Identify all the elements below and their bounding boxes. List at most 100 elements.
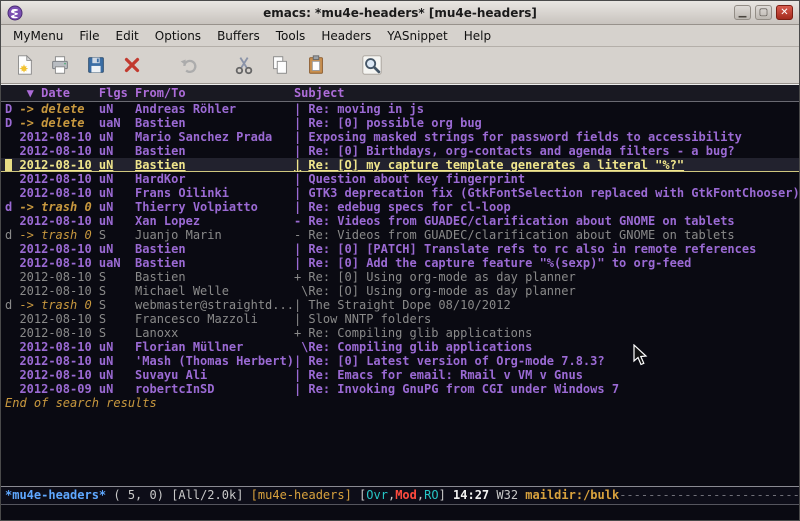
row-date: 2012-08-10 [19, 158, 98, 172]
row-flags: uaN [99, 256, 135, 270]
row-flags: uN [99, 242, 135, 256]
message-row[interactable]: 2012-08-09uNrobertcInSD|Re: Invoking Gnu… [1, 382, 799, 396]
print-button[interactable] [45, 51, 75, 79]
cut-button[interactable] [229, 51, 259, 79]
toolbar-separator [153, 65, 167, 66]
row-subject: Re: [O] my capture template generates a … [308, 158, 799, 172]
message-row[interactable]: 2012-08-10uaNBastien|Re: [0] Add the cap… [1, 256, 799, 270]
menu-item-buffers[interactable]: Buffers [209, 27, 268, 45]
row-from: Xan Lopez [135, 214, 294, 228]
copy-button[interactable] [265, 51, 295, 79]
row-subject: Re: Invoking GnuPG from CGI under Window… [308, 382, 799, 396]
message-row[interactable]: 2012-08-10uNBastien|Re: [0] Birthdays, o… [1, 144, 799, 158]
message-list-area: D-> deleteuNAndreas Röhler|Re: moving in… [1, 102, 799, 486]
emacs-window: emacs: *mu4e-headers* [mu4e-headers] ▁ ▢… [0, 0, 800, 521]
row-flags: S [99, 270, 135, 284]
row-from: Michael Welle [135, 284, 294, 298]
search-button[interactable] [357, 51, 387, 79]
row-mark [5, 172, 19, 186]
new-file-button[interactable] [9, 51, 39, 79]
message-row[interactable]: 2012-08-10uNFrans Oilinki|GTK3 deprecati… [1, 186, 799, 200]
undo-button[interactable] [173, 51, 203, 79]
row-flags: S [99, 284, 135, 298]
echo-area[interactable] [1, 505, 799, 520]
message-row[interactable]: 2012-08-10uNXan Lopez-Re: Videos from GU… [1, 214, 799, 228]
minimize-button[interactable]: ▁ [734, 5, 751, 20]
row-thread-prefix: | [294, 186, 308, 200]
row-thread-prefix: | [294, 312, 308, 326]
row-thread-prefix: \ [294, 340, 308, 354]
row-date: 2012-08-10 [19, 354, 98, 368]
message-row[interactable]: 2012-08-10SLanoxx+Re: Compiling glib app… [1, 326, 799, 340]
modeline-segment: ----------------------------------------… [619, 488, 799, 502]
menu-item-mymenu[interactable]: MyMenu [5, 27, 71, 45]
end-of-results: End of search results [1, 396, 799, 410]
save-button[interactable] [81, 51, 111, 79]
buffer-frame: ▼ Date Flgs From/To Subject D-> deleteuN… [1, 84, 799, 520]
print-icon [49, 54, 71, 76]
column-header-date[interactable]: ▼ Date [19, 85, 98, 101]
row-flags: uN [99, 172, 135, 186]
window-controls: ▁ ▢ ✕ [734, 5, 793, 20]
row-thread-prefix: | [294, 382, 308, 396]
row-flags: S [99, 298, 135, 312]
toolbar [1, 47, 799, 84]
message-row[interactable]: 2012-08-10uNSuvayu Ali|Re: Emacs for ema… [1, 368, 799, 382]
maximize-button[interactable]: ▢ [755, 5, 772, 20]
row-mark: d [5, 298, 19, 312]
menu-item-edit[interactable]: Edit [108, 27, 147, 45]
row-from: Thierry Volpiatto [135, 200, 294, 214]
row-thread-prefix: | [294, 158, 308, 172]
message-row[interactable]: 2012-08-10uN'Mash (Thomas Herbert)|Re: [… [1, 354, 799, 368]
modeline-segment: W32 [489, 488, 525, 502]
message-row[interactable]: d-> trash 0Swebmaster@straightd...|The S… [1, 298, 799, 312]
message-row[interactable]: 2012-08-10SFrancesco Mazzoli|Slow NNTP f… [1, 312, 799, 326]
column-header-flags[interactable]: Flgs [99, 85, 135, 101]
modeline-segment: ( 5, 0) [106, 488, 171, 502]
title-bar[interactable]: emacs: *mu4e-headers* [mu4e-headers] ▁ ▢… [1, 1, 799, 25]
row-mark: d [5, 200, 19, 214]
row-date: -> delete [19, 102, 98, 116]
column-header-from[interactable]: From/To [135, 85, 294, 101]
column-header-subject[interactable]: Subject [294, 85, 799, 101]
row-date: -> trash 0 [19, 228, 98, 242]
message-row[interactable]: 2012-08-10SMichael Welle \Re: [O] Using … [1, 284, 799, 298]
row-subject: Re: [0] Using org-mode as day planner [308, 270, 799, 284]
message-row[interactable]: 2012-08-10uNFlorian Müllner \Re: Compili… [1, 340, 799, 354]
message-row[interactable]: D-> deleteuaNBastien|Re: [0] possible or… [1, 116, 799, 130]
row-subject: Re: [0] possible org bug [308, 116, 799, 130]
menu-item-headers[interactable]: Headers [313, 27, 379, 45]
row-from: HardKor [135, 172, 294, 186]
message-row[interactable]: 2012-08-10uNHardKor|Question about key f… [1, 172, 799, 186]
row-subject: Re: Compiling glib applications [308, 340, 799, 354]
row-thread-prefix: | [294, 130, 308, 144]
close-icon [121, 54, 143, 76]
message-row[interactable]: d-> trash 0SJuanjo Marin-Re: Videos from… [1, 228, 799, 242]
toolbar-separator [209, 65, 223, 66]
message-row[interactable]: 2012-08-10uNBastien|Re: [O] my capture t… [1, 158, 799, 172]
message-row[interactable]: 2012-08-10uNBastien|Re: [0] [PATCH] Tran… [1, 242, 799, 256]
menu-item-yasnippet[interactable]: YASnippet [379, 27, 456, 45]
message-row[interactable]: d-> trash 0uNThierry Volpiatto|Re: edebu… [1, 200, 799, 214]
row-mark [5, 382, 19, 396]
close-button[interactable]: ✕ [776, 5, 793, 20]
message-row[interactable]: 2012-08-10SBastien+Re: [0] Using org-mod… [1, 270, 799, 284]
close-buffer-button[interactable] [117, 51, 147, 79]
row-from: Lanoxx [135, 326, 294, 340]
message-row[interactable]: D-> deleteuNAndreas Röhler|Re: moving in… [1, 102, 799, 116]
row-flags: uaN [99, 116, 135, 130]
row-mark [5, 340, 19, 354]
toolbar-separator [337, 65, 351, 66]
menu-item-options[interactable]: Options [147, 27, 209, 45]
menu-item-tools[interactable]: Tools [268, 27, 314, 45]
row-mark [5, 186, 19, 200]
menu-item-file[interactable]: File [71, 27, 107, 45]
row-flags: uN [99, 130, 135, 144]
row-thread-prefix: - [294, 228, 308, 242]
row-mark [5, 144, 19, 158]
paste-button[interactable] [301, 51, 331, 79]
row-date: 2012-08-10 [19, 144, 98, 158]
row-date: 2012-08-10 [19, 130, 98, 144]
message-row[interactable]: 2012-08-10uNMario Sanchez Prada|Exposing… [1, 130, 799, 144]
menu-item-help[interactable]: Help [456, 27, 499, 45]
